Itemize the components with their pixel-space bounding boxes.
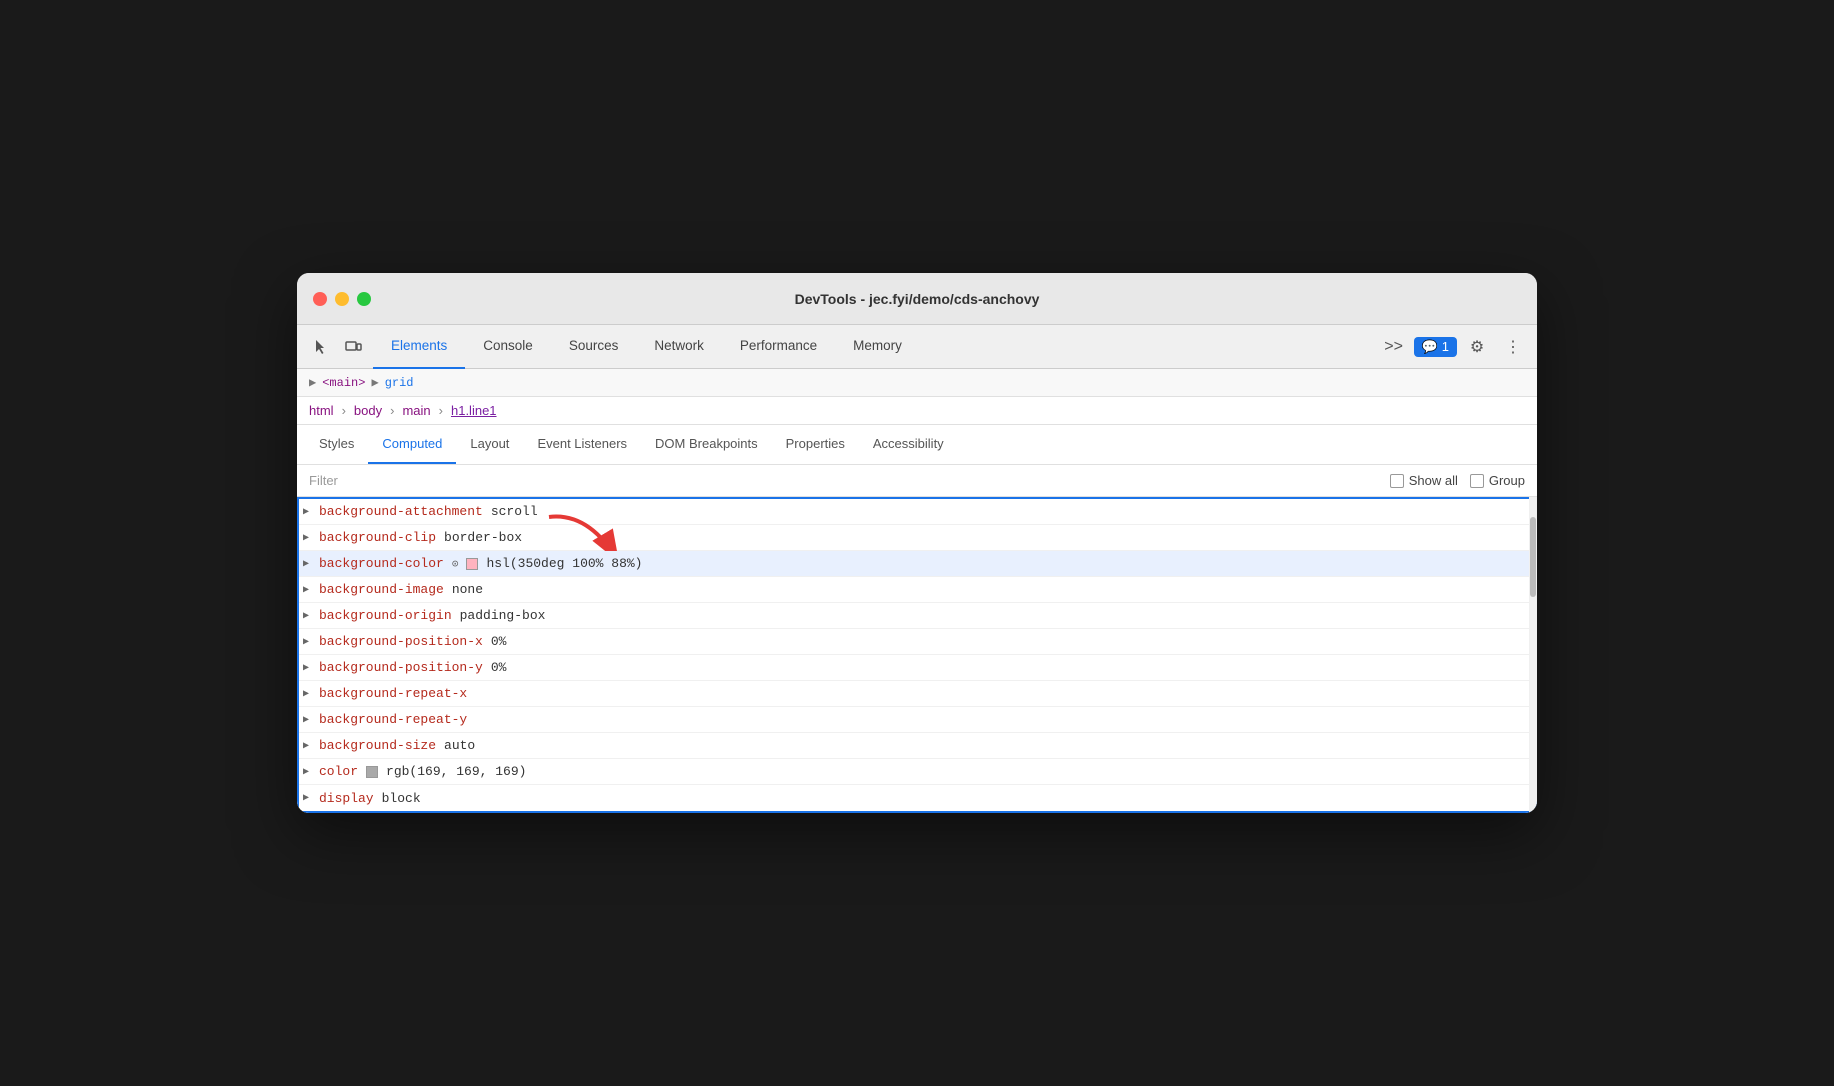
tab-event-listeners[interactable]: Event Listeners xyxy=(523,424,641,464)
prop-value: padding-box xyxy=(460,608,546,623)
table-row: ▶ background-image none xyxy=(299,577,1535,603)
tab-memory[interactable]: Memory xyxy=(835,325,920,369)
prop-name: background-position-y xyxy=(319,660,483,675)
chat-button[interactable]: 💬 1 xyxy=(1414,337,1457,357)
computed-tabs-bar: Styles Computed Layout Event Listeners D… xyxy=(297,425,1537,465)
more-tabs-button[interactable]: >> xyxy=(1378,331,1410,363)
dom-breadcrumb: ▶ <main> ▶ grid xyxy=(297,369,1537,397)
scrollbar-track[interactable] xyxy=(1529,497,1537,813)
group-checkbox[interactable]: Group xyxy=(1470,473,1525,488)
expand-icon[interactable]: ▶ xyxy=(303,636,315,648)
prop-name: background-clip xyxy=(319,530,436,545)
titlebar: DevTools - jec.fyi/demo/cds-anchovy xyxy=(297,273,1537,325)
prop-name: display xyxy=(319,791,374,806)
prop-value: scroll xyxy=(491,504,538,519)
filter-bar: Show all Group xyxy=(297,465,1537,497)
show-all-checkbox-box[interactable] xyxy=(1390,474,1404,488)
expand-icon[interactable]: ▶ xyxy=(303,558,315,570)
element-path-bar: html › body › main › h1.line1 xyxy=(297,397,1537,425)
path-html[interactable]: html xyxy=(309,403,334,418)
devtools-tabs-bar: Elements Console Sources Network Perform… xyxy=(297,325,1537,369)
color-swatch[interactable] xyxy=(466,558,478,570)
prop-name: background-origin xyxy=(319,608,452,623)
prop-name: background-size xyxy=(319,738,436,753)
table-row: ▶ background-size auto xyxy=(299,733,1535,759)
maximize-button[interactable] xyxy=(357,292,371,306)
table-row: ▶ color rgb(169, 169, 169) xyxy=(299,759,1535,785)
table-row: ▶ background-repeat-x xyxy=(299,681,1535,707)
expand-icon[interactable]: ▶ xyxy=(303,740,315,752)
properties-list: ▶ background-attachment scroll ▶ backgro… xyxy=(297,497,1537,813)
filter-input[interactable] xyxy=(309,473,1390,488)
tab-console[interactable]: Console xyxy=(465,325,551,369)
table-row: ▶ display block xyxy=(299,785,1535,811)
scrollbar-thumb[interactable] xyxy=(1530,517,1536,597)
tab-performance[interactable]: Performance xyxy=(722,325,835,369)
table-row: ▶ background-clip border-box xyxy=(299,525,1535,551)
tab-network[interactable]: Network xyxy=(636,325,722,369)
prop-value: block xyxy=(382,791,421,806)
prop-value: ⊙ hsl(350deg 100% 88%) xyxy=(452,556,643,571)
show-all-checkbox[interactable]: Show all xyxy=(1390,473,1458,488)
device-toggle-icon[interactable] xyxy=(337,331,369,363)
filter-controls: Show all Group xyxy=(1390,473,1525,488)
cursor-icon[interactable] xyxy=(305,331,337,363)
expand-icon[interactable]: ▶ xyxy=(303,610,315,622)
prop-name: background-position-x xyxy=(319,634,483,649)
breadcrumb-arrow: ▶ xyxy=(309,375,316,390)
tab-layout[interactable]: Layout xyxy=(456,424,523,464)
table-row: ▶ background-repeat-y xyxy=(299,707,1535,733)
minimize-button[interactable] xyxy=(335,292,349,306)
tabs-right-controls: >> 💬 1 ⚙ ⋮ xyxy=(1378,331,1529,363)
tab-elements[interactable]: Elements xyxy=(373,325,465,369)
tab-sources[interactable]: Sources xyxy=(551,325,637,369)
expand-icon[interactable]: ▶ xyxy=(303,714,315,726)
expand-icon[interactable]: ▶ xyxy=(303,532,315,544)
expand-icon[interactable]: ▶ xyxy=(303,792,315,804)
group-checkbox-box[interactable] xyxy=(1470,474,1484,488)
settings-button[interactable]: ⚙ xyxy=(1461,331,1493,363)
properties-container: ▶ background-attachment scroll ▶ backgro… xyxy=(297,497,1537,813)
table-row: ▶ background-color ⊙ hsl(350deg 100% 88%… xyxy=(299,551,1535,577)
prop-name: background-color xyxy=(319,556,444,571)
tab-computed[interactable]: Computed xyxy=(368,424,456,464)
prop-value: none xyxy=(452,582,483,597)
table-row: ▶ background-attachment scroll xyxy=(299,499,1535,525)
tab-accessibility[interactable]: Accessibility xyxy=(859,424,958,464)
prop-value: auto xyxy=(444,738,475,753)
breadcrumb-main-tag[interactable]: <main> xyxy=(322,376,365,390)
main-tabs: Elements Console Sources Network Perform… xyxy=(373,325,1378,369)
table-row: ▶ background-position-x 0% xyxy=(299,629,1535,655)
prop-name: background-repeat-x xyxy=(319,686,467,701)
prop-value: 0% xyxy=(491,660,507,675)
path-main[interactable]: main xyxy=(402,403,430,418)
breadcrumb-grid-value[interactable]: grid xyxy=(385,376,414,390)
expand-icon[interactable]: ▶ xyxy=(303,506,315,518)
tab-properties[interactable]: Properties xyxy=(772,424,859,464)
close-button[interactable] xyxy=(313,292,327,306)
prop-value: rgb(169, 169, 169) xyxy=(366,764,526,779)
prop-value: 0% xyxy=(491,634,507,649)
prop-name: background-image xyxy=(319,582,444,597)
prop-name: color xyxy=(319,764,358,779)
table-row: ▶ background-position-y 0% xyxy=(299,655,1535,681)
color-swatch[interactable] xyxy=(366,766,378,778)
path-h1[interactable]: h1.line1 xyxy=(451,403,497,418)
prop-value: border-box xyxy=(444,530,522,545)
prop-name: background-repeat-y xyxy=(319,712,467,727)
expand-icon[interactable]: ▶ xyxy=(303,688,315,700)
path-body[interactable]: body xyxy=(354,403,382,418)
more-options-button[interactable]: ⋮ xyxy=(1497,331,1529,363)
tab-styles[interactable]: Styles xyxy=(305,424,368,464)
computed-arrow-icon: ⊙ xyxy=(452,557,459,571)
window-title: DevTools - jec.fyi/demo/cds-anchovy xyxy=(795,291,1040,307)
table-row: ▶ background-origin padding-box xyxy=(299,603,1535,629)
expand-icon[interactable]: ▶ xyxy=(303,584,315,596)
expand-icon[interactable]: ▶ xyxy=(303,662,315,674)
devtools-window: DevTools - jec.fyi/demo/cds-anchovy Elem… xyxy=(297,273,1537,813)
prop-name: background-attachment xyxy=(319,504,483,519)
expand-icon[interactable]: ▶ xyxy=(303,766,315,778)
tab-dom-breakpoints[interactable]: DOM Breakpoints xyxy=(641,424,772,464)
traffic-lights xyxy=(313,292,371,306)
